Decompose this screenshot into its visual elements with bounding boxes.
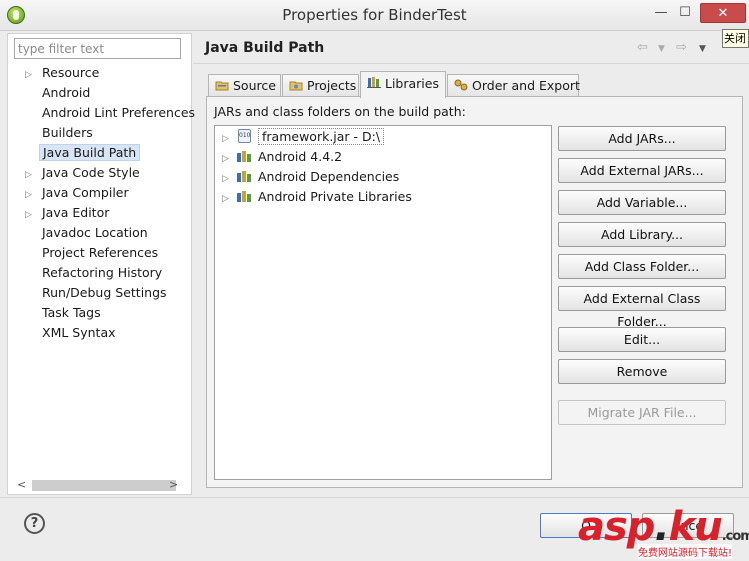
minimize-icon[interactable]: — — [648, 3, 674, 23]
scroll-right-icon[interactable]: > — [169, 478, 178, 491]
expand-arrow-icon[interactable]: ▷ — [222, 129, 236, 149]
nav-item-label: Refactoring History — [42, 265, 163, 280]
view-menu-chevron-icon[interactable]: ▼ — [699, 44, 706, 54]
nav-item-label: Project References — [42, 245, 159, 260]
nav-item-label: Javadoc Location — [42, 225, 148, 240]
forward-arrow-icon[interactable]: ⇨ — [676, 40, 687, 55]
scroll-left-icon[interactable]: < — [17, 478, 26, 491]
tab-order-and-export-label: Order and Export — [472, 78, 580, 93]
nav-item-label: Java Code Style — [42, 165, 140, 180]
nav-item-label: Java Compiler — [42, 185, 129, 200]
nav-item[interactable]: Java Build Path — [25, 144, 141, 164]
expand-arrow-icon[interactable]: ▷ — [222, 149, 236, 169]
tab-libraries[interactable]: Libraries — [360, 71, 446, 98]
nav-item[interactable]: ▷ Java Editor — [25, 204, 112, 224]
nav-item[interactable]: Android — [25, 84, 93, 104]
nav-item[interactable]: ▷ Java Compiler — [25, 184, 132, 204]
projects-folder-icon — [289, 81, 303, 91]
library-item-label: Android 4.4.2 — [258, 149, 343, 164]
horizontal-scrollbar[interactable]: < > — [14, 478, 184, 493]
header-divider — [193, 63, 749, 64]
migrate-jar-button: Migrate JAR File... — [558, 400, 726, 425]
nav-item-label: Builders — [42, 125, 93, 140]
add-library-button[interactable]: Add Library... — [558, 222, 726, 247]
library-item[interactable]: ▷ Android 4.4.2 — [222, 147, 342, 167]
add-class-folder-button[interactable]: Add Class Folder... — [558, 254, 726, 279]
library-container-icon — [236, 189, 254, 203]
library-item-label: Android Private Libraries — [258, 189, 412, 204]
nav-item[interactable]: ▷ Java Code Style — [25, 164, 143, 184]
expand-arrow-icon[interactable]: ▷ — [25, 186, 39, 204]
tab-projects[interactable]: Projects — [282, 74, 359, 97]
library-item[interactable]: ▷ 010 framework.jar - D:\ — [222, 127, 385, 149]
edit-button[interactable]: Edit... — [558, 327, 726, 352]
nav-item-label: Resource — [42, 65, 100, 80]
tab-libraries-label: Libraries — [385, 76, 439, 91]
source-folder-icon — [215, 81, 229, 91]
library-item[interactable]: ▷ Android Private Libraries — [222, 187, 412, 207]
libraries-caption: JARs and class folders on the build path… — [214, 104, 466, 119]
nav-item[interactable]: XML Syntax — [25, 324, 119, 344]
footer-divider — [0, 497, 749, 498]
order-export-icon — [454, 79, 468, 91]
page-title: Java Build Path — [205, 40, 325, 56]
library-item[interactable]: ▷ Android Dependencies — [222, 167, 399, 187]
expand-arrow-icon[interactable]: ▷ — [25, 206, 39, 224]
nav-item[interactable]: Builders — [25, 124, 96, 144]
library-container-icon — [236, 169, 254, 183]
nav-item[interactable]: Run/Debug Settings — [25, 284, 170, 304]
library-container-icon — [236, 149, 254, 163]
add-external-class-folder-button[interactable]: Add External Class Folder... — [558, 286, 726, 329]
nav-item-label: Java Editor — [42, 205, 110, 220]
nav-item-label: Android Lint Preferences — [42, 105, 196, 120]
nav-item-label: Java Build Path — [39, 144, 141, 161]
expand-arrow-icon[interactable]: ▷ — [25, 66, 39, 84]
nav-item[interactable]: Task Tags — [25, 304, 104, 324]
nav-item-label: Android — [42, 85, 91, 100]
nav-item[interactable]: Javadoc Location — [25, 224, 151, 244]
nav-item[interactable]: Android Lint Preferences — [25, 104, 198, 124]
add-external-jars-button[interactable]: Add External JARs... — [558, 158, 726, 183]
tab-source-label: Source — [233, 78, 276, 93]
nav-item-label: Run/Debug Settings — [42, 285, 167, 300]
tab-source[interactable]: Source — [208, 74, 281, 97]
jar-icon: 010 — [236, 129, 254, 143]
close-button[interactable]: ✕ — [700, 3, 746, 23]
tab-order-and-export[interactable]: Order and Export — [447, 74, 580, 97]
nav-item[interactable]: ▷ Resource — [25, 64, 102, 84]
library-item-label: Android Dependencies — [258, 169, 400, 184]
add-jars-button[interactable]: Add JARs... — [558, 126, 726, 151]
help-icon[interactable]: ? — [24, 513, 45, 534]
expand-arrow-icon[interactable]: ▷ — [222, 189, 236, 209]
expand-arrow-icon[interactable]: ▷ — [25, 166, 39, 184]
tab-projects-label: Projects — [307, 78, 357, 93]
library-item-label: framework.jar - D:\ — [258, 128, 385, 145]
back-arrow-icon[interactable]: ⇦ — [637, 40, 648, 55]
expand-arrow-icon[interactable]: ▷ — [222, 169, 236, 189]
back-menu-chevron-icon[interactable]: ▼ — [658, 44, 665, 54]
libraries-icon — [367, 77, 381, 88]
nav-item[interactable]: Refactoring History — [25, 264, 165, 284]
scrollbar-thumb[interactable] — [32, 480, 176, 491]
maximize-icon[interactable]: ☐ — [672, 3, 698, 23]
remove-button[interactable]: Remove — [558, 359, 726, 384]
add-variable-button[interactable]: Add Variable... — [558, 190, 726, 215]
nav-item[interactable]: Project References — [25, 244, 161, 264]
window-title: Properties for BinderTest — [282, 6, 467, 24]
nav-item-label: XML Syntax — [42, 325, 116, 340]
filter-input[interactable] — [14, 38, 181, 59]
close-tooltip: 关闭 — [722, 29, 749, 48]
watermark-subtitle: 免费网站源码下载站! — [638, 544, 733, 559]
nav-item-label: Task Tags — [42, 305, 101, 320]
watermark: asp.ku.com 免费网站源码下载站! — [578, 504, 749, 561]
